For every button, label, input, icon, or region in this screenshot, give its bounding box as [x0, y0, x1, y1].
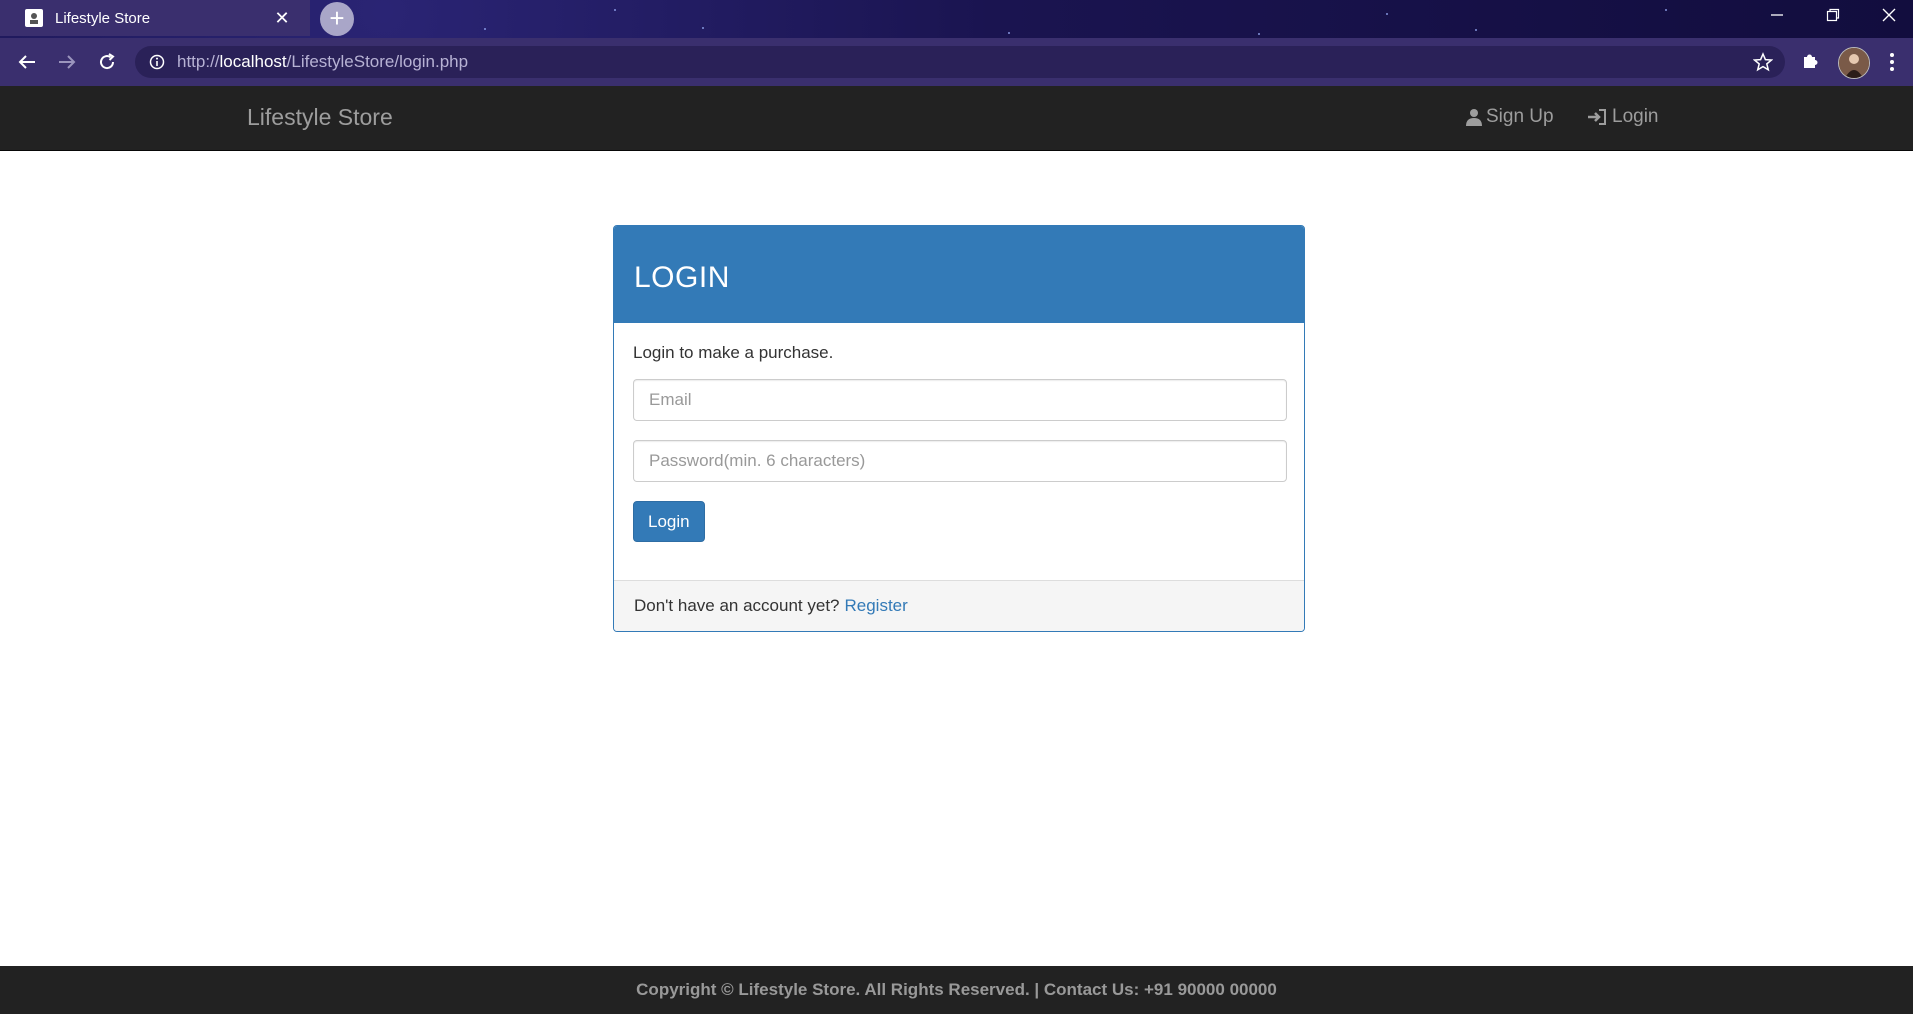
signup-label: Sign Up	[1486, 106, 1554, 127]
site-navbar: Lifestyle Store Sign Up Login	[0, 86, 1913, 151]
email-input[interactable]	[633, 379, 1287, 421]
browser-tab[interactable]: Lifestyle Store ✕	[0, 0, 310, 36]
login-panel: LOGIN Login to make a purchase. Login Do…	[613, 225, 1305, 632]
background-star	[614, 9, 616, 11]
restore-button[interactable]	[1805, 0, 1861, 30]
back-arrow-icon[interactable]	[13, 48, 41, 76]
forward-arrow-icon[interactable]	[53, 48, 81, 76]
minimize-button[interactable]	[1749, 0, 1805, 30]
new-tab-button[interactable]: +	[320, 2, 354, 36]
browser-tab-strip: Lifestyle Store ✕ +	[0, 0, 1913, 38]
close-window-button[interactable]	[1861, 0, 1913, 30]
site-footer: Copyright © Lifestyle Store. All Rights …	[0, 966, 1913, 1014]
profile-avatar[interactable]	[1838, 47, 1870, 79]
background-star	[484, 28, 486, 30]
site-info-icon[interactable]	[149, 54, 165, 70]
no-account-text: Don't have an account yet?	[634, 596, 840, 615]
background-star	[1475, 29, 1477, 31]
extensions-puzzle-icon[interactable]	[1800, 49, 1826, 75]
browser-menu-icon[interactable]	[1884, 48, 1900, 76]
page-favicon-icon	[25, 9, 43, 27]
browser-toolbar: http://localhost/LifestyleStore/login.ph…	[0, 38, 1913, 86]
background-star	[1665, 9, 1667, 11]
url-host: localhost	[219, 52, 287, 71]
login-label: Login	[1612, 106, 1659, 127]
register-link[interactable]: Register	[845, 596, 908, 616]
background-star	[702, 27, 704, 29]
login-icon	[1588, 109, 1606, 125]
password-input[interactable]	[633, 440, 1287, 482]
panel-footer: Don't have an account yet? Register	[614, 580, 1304, 631]
address-bar[interactable]: http://localhost/LifestyleStore/login.ph…	[135, 46, 1785, 78]
signup-link[interactable]: Sign Up	[1465, 106, 1554, 128]
panel-heading: LOGIN	[614, 226, 1304, 323]
login-submit-button[interactable]: Login	[633, 501, 705, 542]
login-intro-text: Login to make a purchase.	[633, 343, 834, 362]
url-path: /LifestyleStore/login.php	[286, 52, 469, 71]
background-star	[1258, 33, 1260, 35]
url-text: http://localhost/LifestyleStore/login.ph…	[177, 52, 468, 72]
url-scheme: http://	[177, 52, 220, 71]
login-link[interactable]: Login	[1587, 106, 1659, 128]
copyright-text: Copyright © Lifestyle Store. All Rights …	[636, 980, 1277, 999]
page-title: LOGIN	[634, 261, 730, 294]
user-icon	[1466, 109, 1482, 126]
tab-title: Lifestyle Store	[55, 9, 151, 27]
background-star	[1386, 13, 1388, 15]
reload-icon[interactable]	[93, 48, 121, 76]
tab-close-icon[interactable]: ✕	[272, 8, 292, 29]
panel-body: Login to make a purchase. Login	[614, 323, 1304, 542]
brand-link[interactable]: Lifestyle Store	[247, 104, 393, 131]
background-star	[1008, 32, 1010, 34]
bookmark-star-icon[interactable]	[1752, 52, 1774, 72]
